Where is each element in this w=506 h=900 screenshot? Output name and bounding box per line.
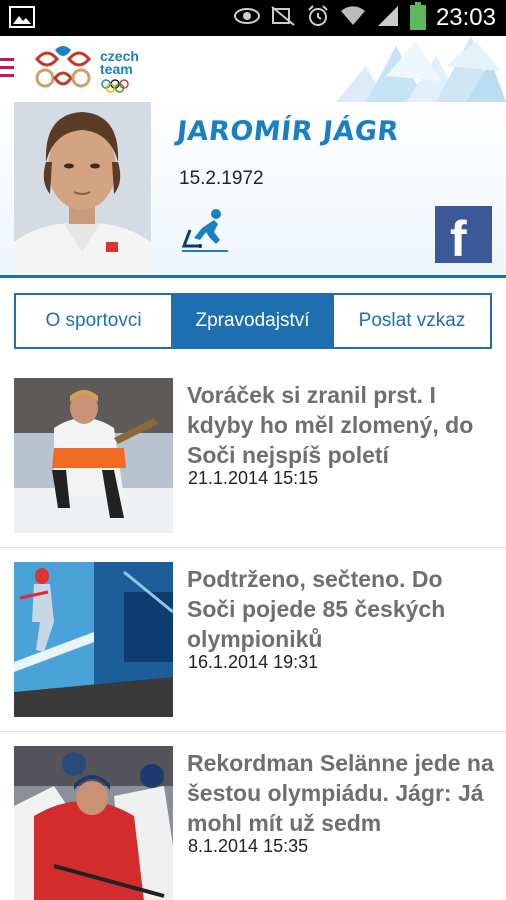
athlete-panel: JAROMÍR JÁGR 15.2.1972 f: [0, 102, 506, 278]
news-item[interactable]: Podtrženo, sečteno. Do Soči pojede 85 če…: [0, 548, 506, 732]
news-title: Rekordman Selänne jede na šestou olympiá…: [187, 750, 494, 836]
news-title: Podtrženo, sečteno. Do Soči pojede 85 če…: [187, 566, 446, 652]
menu-icon[interactable]: [0, 58, 14, 78]
mute-icon: [270, 5, 296, 32]
news-item[interactable]: Voráček si zranil prst. I kdyby ho měl z…: [0, 364, 506, 548]
athlete-name: JAROMÍR JÁGR: [175, 116, 401, 147]
ice-hockey-icon: [180, 208, 230, 254]
alarm-icon: [306, 4, 330, 33]
news-thumbnail: [14, 746, 173, 900]
athlete-photo: [14, 102, 151, 275]
eye-icon: [233, 7, 260, 30]
logo-text-team: team: [100, 61, 133, 77]
news-date: 8.1.2014 15:35: [188, 836, 309, 856]
tab-send-message[interactable]: Poslat vzkaz: [332, 295, 490, 347]
app-header: czech team: [0, 36, 506, 102]
clock: 23:03: [435, 4, 496, 31]
tab-about-athlete[interactable]: O sportovci: [16, 295, 173, 347]
news-thumbnail: [14, 378, 173, 533]
news-thumbnail: [14, 562, 173, 717]
tab-news[interactable]: Zpravodajství: [173, 295, 332, 347]
athlete-birth-date: 15.2.1972: [179, 168, 264, 189]
section-tabs: O sportovci Zpravodajství Poslat vzkaz: [14, 293, 492, 349]
wifi-icon: [340, 5, 366, 32]
signal-icon: [376, 4, 400, 33]
news-title: Voráček si zranil prst. I kdyby ho měl z…: [187, 382, 474, 468]
news-date: 21.1.2014 15:15: [188, 468, 319, 488]
news-list: Voráček si zranil prst. I kdyby ho měl z…: [0, 364, 506, 900]
facebook-share-button[interactable]: f: [435, 206, 492, 267]
news-date: 16.1.2014 19:31: [188, 652, 319, 672]
czech-team-logo[interactable]: czech team: [34, 44, 142, 94]
status-bar: 23:03: [0, 0, 506, 36]
news-item[interactable]: Rekordman Selänne jede na šestou olympiá…: [0, 732, 506, 900]
facebook-icon: f: [450, 211, 467, 267]
ice-crystal-decoration: [326, 36, 506, 102]
gallery-icon: [9, 6, 35, 33]
battery-icon: [409, 1, 426, 35]
